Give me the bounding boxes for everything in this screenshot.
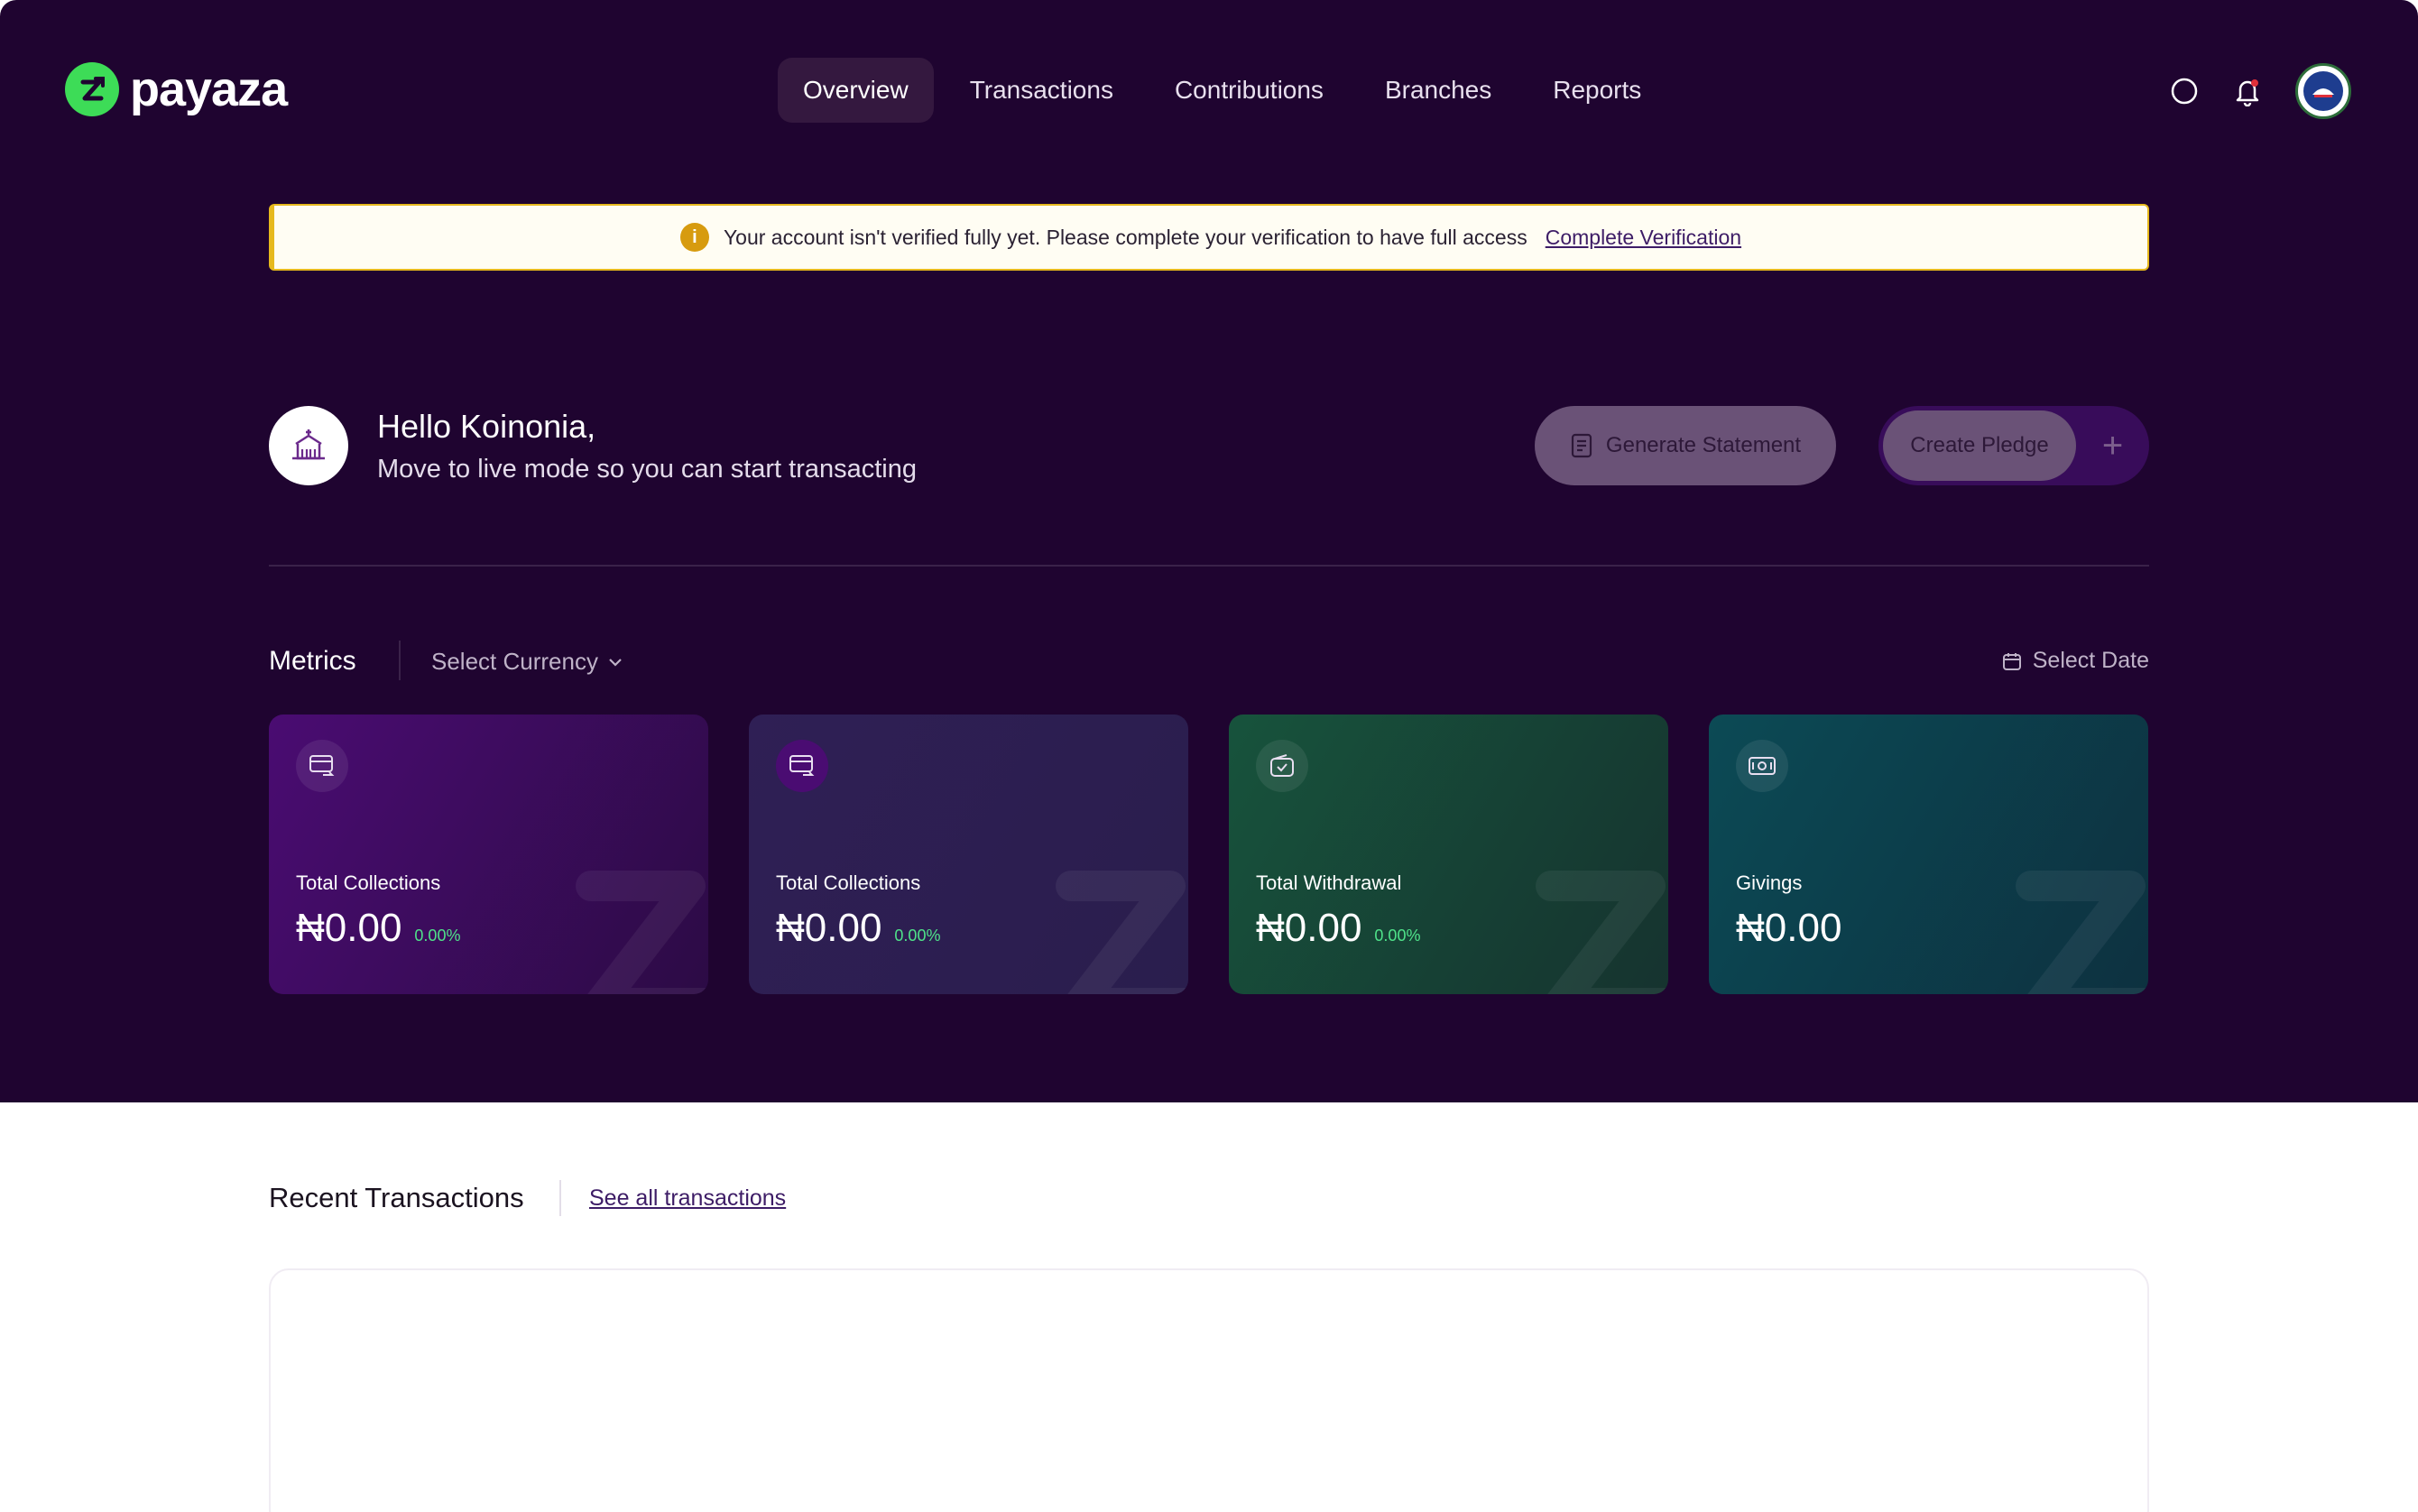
metric-card-change: 0.00%: [1374, 927, 1421, 945]
metric-card-label: Givings: [1736, 871, 1803, 894]
see-all-transactions-link[interactable]: See all transactions: [589, 1185, 786, 1212]
brand-name: payaza: [130, 62, 288, 116]
wallet-check-icon: [1256, 740, 1308, 792]
metric-card-value-row: ₦0.00 0.00%: [296, 906, 460, 951]
card-transfer-icon: [296, 740, 348, 792]
church-emblem-icon: [2303, 71, 2343, 111]
currency-select[interactable]: Select Currency: [431, 648, 623, 676]
currency-select-label: Select Currency: [431, 648, 598, 675]
metric-card-label: Total Withdrawal: [1256, 871, 1402, 894]
complete-verification-link[interactable]: Complete Verification: [1546, 226, 1741, 250]
recent-separator: [559, 1180, 561, 1216]
create-pledge-group: Create Pledge +: [1878, 406, 2149, 485]
metric-card-change: 0.00%: [894, 927, 941, 945]
generate-statement-label: Generate Statement: [1605, 433, 1802, 457]
payaza-logo[interactable]: payaza: [65, 61, 288, 117]
banner-message: Your account isn't verified fully yet. P…: [723, 225, 1527, 249]
info-icon: i: [679, 223, 709, 252]
metrics-separator: [399, 641, 401, 680]
metric-card-label: Total Collections: [296, 871, 441, 894]
document-icon: [1571, 433, 1592, 458]
payaza-logo-icon: [65, 62, 119, 116]
metric-card-change: 0.00%: [414, 927, 461, 945]
payaza-watermark-icon: [1056, 871, 1188, 994]
recent-transactions-title: Recent Transactions: [269, 1182, 524, 1213]
church-avatar: [269, 406, 348, 485]
metric-card-value-row: ₦0.00 0.00%: [1256, 906, 1420, 951]
metrics-cards: Total Collections ₦0.00 0.00% Total Coll…: [269, 715, 2148, 994]
metric-card-amount: ₦0.00: [1736, 906, 1842, 950]
greeting-subtitle: Move to live mode so you can start trans…: [377, 455, 918, 484]
verification-banner: i Your account isn't verified fully yet.…: [269, 204, 2149, 271]
payaza-watermark-icon: [1536, 871, 1668, 994]
nav-contributions[interactable]: Contributions: [1149, 58, 1349, 123]
card-transfer-icon: [776, 740, 828, 792]
top-right-actions: [2169, 63, 2351, 119]
metric-card-total-collections-2[interactable]: Total Collections ₦0.00 0.00%: [749, 715, 1188, 994]
metric-card-label: Total Collections: [776, 871, 921, 894]
help-circle-icon[interactable]: [2169, 76, 2200, 106]
hero-section: payaza Overview Transactions Contributio…: [0, 0, 2418, 1102]
generate-statement-button[interactable]: Generate Statement: [1535, 406, 1836, 485]
payaza-watermark-icon: [2016, 871, 2148, 994]
nav-reports[interactable]: Reports: [1527, 58, 1666, 123]
section-divider: [269, 565, 2149, 567]
metric-card-amount: ₦0.00: [776, 906, 882, 950]
user-avatar[interactable]: [2295, 63, 2351, 119]
plus-icon[interactable]: +: [2076, 426, 2149, 466]
metric-card-amount: ₦0.00: [1256, 906, 1362, 950]
nav-branches[interactable]: Branches: [1360, 58, 1517, 123]
calendar-icon: [2002, 652, 2021, 670]
chevron-down-icon: [609, 658, 622, 667]
greeting-title: Hello Koinonia,: [377, 408, 596, 445]
metric-card-value-row: ₦0.00: [1736, 906, 1841, 951]
metric-card-total-collections[interactable]: Total Collections ₦0.00 0.00%: [269, 715, 708, 994]
metric-card-total-withdrawal[interactable]: Total Withdrawal ₦0.00 0.00%: [1229, 715, 1668, 994]
money-icon: [1736, 740, 1788, 792]
recent-transactions-panel: [269, 1268, 2149, 1512]
notification-bell-icon[interactable]: [2232, 76, 2263, 106]
nav-transactions[interactable]: Transactions: [945, 58, 1139, 123]
metric-card-amount: ₦0.00: [296, 906, 402, 950]
metric-card-value-row: ₦0.00 0.00%: [776, 906, 940, 951]
date-select[interactable]: Select Date: [2002, 648, 2149, 674]
date-select-label: Select Date: [2032, 648, 2149, 673]
main-nav: Overview Transactions Contributions Bran…: [778, 58, 1666, 123]
create-pledge-button[interactable]: Create Pledge: [1883, 410, 2076, 481]
metric-card-givings[interactable]: Givings ₦0.00: [1709, 715, 2148, 994]
payaza-watermark-icon: [576, 871, 708, 994]
church-icon: [292, 429, 325, 460]
nav-overview[interactable]: Overview: [778, 58, 934, 123]
metrics-title: Metrics: [269, 646, 356, 676]
